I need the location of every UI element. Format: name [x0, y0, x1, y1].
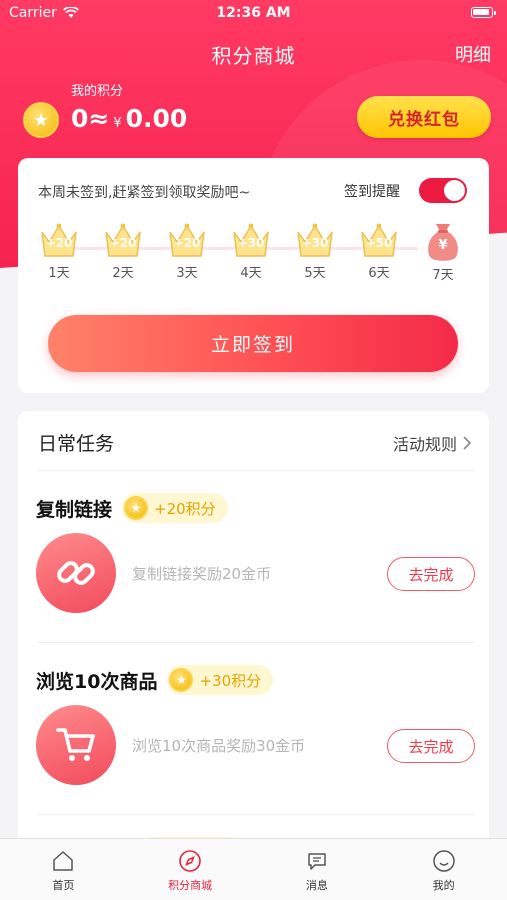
battery-icon	[471, 7, 496, 18]
task-item-browse-products: 浏览10次商品 ★ +30积分 浏览10次商品奖励30金币 去完成	[18, 665, 489, 837]
chevron-right-icon	[463, 436, 471, 450]
crown-icon: +20	[166, 220, 208, 260]
coin-icon: ★	[23, 102, 59, 138]
complete-task-button[interactable]: 去完成	[387, 557, 475, 591]
crown-icon: +20	[38, 220, 80, 260]
home-icon	[53, 851, 74, 871]
points-balance: 0≈ ¥ 0.00	[71, 104, 188, 133]
task-description: 复制链接奖励20金币	[132, 565, 272, 583]
task-title: 复制链接	[36, 498, 113, 521]
crown-icon: +20	[102, 220, 144, 260]
crown-icon: +50	[358, 220, 400, 260]
redeem-red-packet-button[interactable]: 兑换红包	[357, 96, 491, 138]
tab-messages[interactable]: 消息	[254, 839, 381, 900]
day-6: +50 6天	[354, 220, 404, 281]
day-4: +30 4天	[226, 220, 276, 281]
toggle-knob	[444, 180, 465, 201]
points-badge: ★ +20积分	[122, 493, 228, 523]
tab-home[interactable]: 首页	[0, 839, 127, 900]
complete-task-button[interactable]: 去完成	[387, 729, 475, 763]
divider	[38, 814, 474, 815]
crown-icon: +30	[294, 220, 336, 260]
day-5: +30 5天	[290, 220, 340, 281]
reminder-label: 签到提醒	[344, 184, 400, 200]
sign-in-now-button[interactable]: 立即签到	[48, 315, 458, 372]
link-icon	[36, 533, 116, 613]
task-title: 浏览10次商品	[36, 670, 158, 693]
status-bar: Carrier 12:36 AM	[0, 0, 507, 28]
divider	[38, 642, 474, 643]
tab-bar: 首页 积分商城 消息 我的	[0, 838, 507, 900]
points-label: 我的积分	[71, 84, 124, 99]
activity-rules-link[interactable]: 活动规则	[393, 431, 471, 455]
points-badge: ★ +30积分	[167, 665, 274, 695]
task-item-copy-link: 复制链接 ★ +20积分 复制链接奖励20金币 去完成	[18, 493, 489, 665]
page-title: 积分商城	[211, 44, 296, 68]
checkin-tip: 本周未签到,赶紧签到领取奖励吧~	[38, 185, 251, 201]
money-bag-icon: ¥	[422, 220, 464, 261]
day-1: +20 1天	[34, 220, 84, 281]
task-description: 浏览10次商品奖励30金币	[132, 737, 306, 755]
profile-icon	[432, 850, 455, 872]
crown-icon: +30	[230, 220, 272, 260]
clock: 12:36 AM	[216, 5, 291, 21]
coin-icon: ★	[169, 668, 194, 692]
details-link[interactable]: 明细	[455, 41, 491, 67]
message-icon	[308, 853, 326, 870]
cart-icon	[36, 705, 116, 785]
daily-tasks-card: 日常任务 活动规则 复制链接 ★ +20积分 复制链接奖励20金币 去完成 浏览…	[18, 411, 489, 856]
reminder-toggle[interactable]	[419, 178, 467, 203]
checkin-days: +20 1天 +20 2天 +20 3天 +30 4天 +30 5天 +50 6…	[18, 220, 489, 300]
tab-points-mall[interactable]: 积分商城	[127, 839, 254, 900]
day-7: ¥ 7天	[418, 220, 468, 283]
coin-icon: ★	[124, 496, 149, 520]
tab-profile[interactable]: 我的	[380, 839, 507, 900]
divider	[38, 470, 474, 471]
compass-icon	[179, 850, 201, 872]
day-3: +20 3天	[162, 220, 212, 281]
checkin-card: 本周未签到,赶紧签到领取奖励吧~ 签到提醒 +20 1天 +20 2天 +20 …	[18, 158, 489, 393]
daily-tasks-title: 日常任务	[38, 433, 115, 455]
day-2: +20 2天	[98, 220, 148, 281]
